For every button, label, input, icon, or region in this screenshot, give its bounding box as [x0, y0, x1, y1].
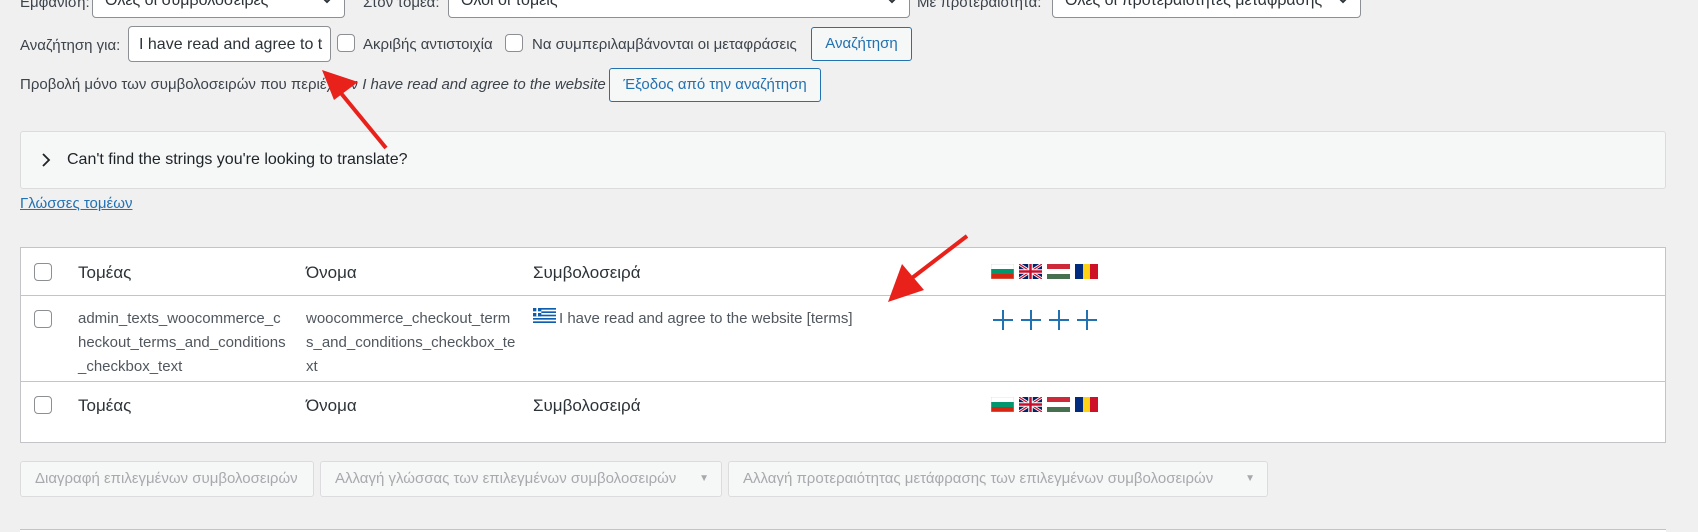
search-input[interactable]: I have read and agree to t: [128, 26, 331, 62]
delete-selected-button[interactable]: Διαγραφή επιλεγμένων συμβολοσειρών: [20, 461, 314, 497]
select-all-footer-checkbox[interactable]: [34, 396, 52, 414]
search-label: Αναζήτηση για:: [20, 37, 121, 54]
row-name: woocommerce_checkout_terms_and_condition…: [306, 310, 516, 375]
domain-filter-select[interactable]: Όλοι οι τομείς: [448, 0, 910, 18]
search-button[interactable]: Αναζήτηση: [811, 27, 912, 61]
exit-search-button[interactable]: Έξοδος από την αναζήτηση: [609, 68, 821, 102]
priority-filter-select[interactable]: Όλες οι προτεραιότητες μετάφρασης: [1052, 0, 1361, 18]
footer-header-string[interactable]: Συμβολοσειρά: [533, 396, 641, 416]
column-header-domain[interactable]: Τομέας: [78, 263, 131, 283]
change-language-label: Αλλαγή γλώσσας των επιλεγμένων συμβολοσε…: [335, 470, 677, 487]
search-notice-term: I have read and agree to the website: [362, 76, 606, 93]
change-priority-select[interactable]: Αλλαγή προτεραιότητας μετάφρασης των επι…: [728, 461, 1268, 497]
help-panel[interactable]: Can't find the strings you're looking to…: [20, 131, 1666, 189]
flag-hungary-icon: [1047, 264, 1070, 279]
search-notice-prefix: Προβολή μόνο των συμβολοσειρών που περιέ…: [20, 76, 359, 93]
row-domain: admin_texts_woocommerce_checkout_terms_a…: [78, 310, 286, 375]
exact-match-checkbox[interactable]: [337, 34, 355, 52]
chevron-down-icon: [323, 0, 331, 4]
chevron-right-icon: [42, 153, 51, 167]
add-translation-hungarian-icon[interactable]: [1048, 309, 1070, 331]
include-translations-label: Να συμπεριλαμβάνονται οι μεταφράσεις: [532, 36, 797, 53]
chevron-down-icon: [888, 0, 896, 4]
change-priority-label: Αλλαγή προτεραιότητας μετάφρασης των επι…: [743, 470, 1214, 487]
row-string[interactable]: I have read and agree to the website [te…: [559, 307, 959, 331]
select-all-checkbox[interactable]: [34, 263, 52, 281]
priority-filter-value: Όλες οι προτεραιότητες μετάφρασης: [1065, 0, 1323, 9]
footer-header-name[interactable]: Όνομα: [306, 396, 357, 416]
show-filter-label: Εμφάνιση:: [20, 0, 90, 11]
flag-romania-icon: [1075, 264, 1098, 279]
domain-filter-label: Στον τομέα:: [363, 0, 440, 11]
flag-uk-icon: [1019, 264, 1042, 279]
show-filter-value: Όλες οι συμβολοσειρές: [105, 0, 269, 9]
column-header-name[interactable]: Όνομα: [306, 263, 357, 283]
strings-table: Τομέας Όνομα Συμβολοσειρά admin_texts_wo…: [20, 247, 1666, 443]
flag-bulgaria-icon: [991, 264, 1014, 279]
dropdown-triangle-icon: ▼: [699, 473, 709, 484]
add-translation-bulgarian-icon[interactable]: [992, 309, 1014, 331]
footer-header-domain[interactable]: Τομέας: [78, 396, 131, 416]
header-divider: [21, 295, 1665, 296]
add-translation-english-icon[interactable]: [1020, 309, 1042, 331]
change-language-select[interactable]: Αλλαγή γλώσσας των επιλεγμένων συμβολοσε…: [320, 461, 722, 497]
show-filter-select[interactable]: Όλες οι συμβολοσειρές: [92, 0, 345, 18]
flag-romania-icon: [1075, 397, 1098, 412]
flag-bulgaria-icon: [991, 397, 1014, 412]
priority-filter-label: Με προτεραιότητα:: [917, 0, 1042, 11]
flag-hungary-icon: [1047, 397, 1070, 412]
domain-filter-value: Όλοι οι τομείς: [461, 0, 558, 9]
row-checkbox[interactable]: [34, 310, 52, 328]
include-translations-checkbox[interactable]: [505, 34, 523, 52]
add-translation-romanian-icon[interactable]: [1076, 309, 1098, 331]
domain-languages-link[interactable]: Γλώσσες τομέων: [20, 195, 132, 212]
chevron-down-icon: [1339, 0, 1347, 4]
exact-match-label: Ακριβής αντιστοιχία: [363, 36, 493, 53]
search-notice: Προβολή μόνο των συμβολοσειρών που περιέ…: [20, 76, 606, 93]
row-divider: [21, 381, 1665, 382]
dropdown-triangle-icon: ▼: [1245, 473, 1255, 484]
flag-uk-icon: [1019, 397, 1042, 412]
flag-greece-icon: [533, 308, 556, 323]
help-panel-title: Can't find the strings you're looking to…: [67, 151, 408, 168]
scrollbar-track[interactable]: [1681, 0, 1698, 532]
column-header-string[interactable]: Συμβολοσειρά: [533, 263, 641, 283]
